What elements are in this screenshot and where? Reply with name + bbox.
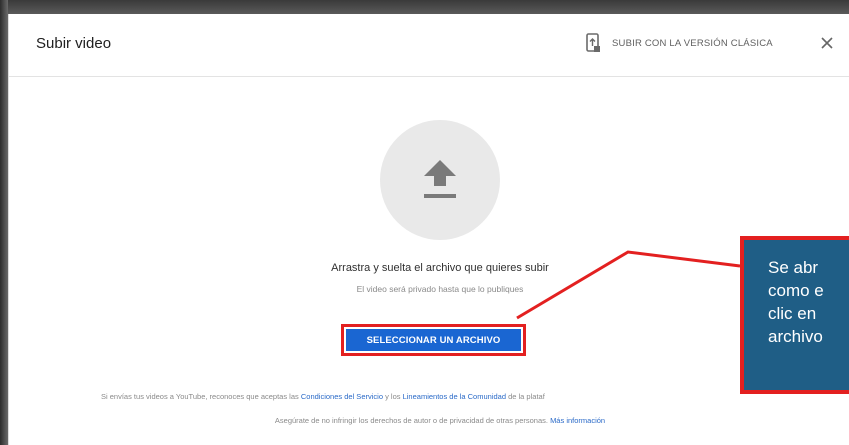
drag-drop-text: Arrastra y suelta el archivo que quieres…: [331, 262, 549, 274]
terms-prefix: Si envías tus videos a YouTube, reconoce…: [101, 392, 301, 401]
close-button[interactable]: [817, 33, 837, 53]
select-file-button[interactable]: SELECCIONAR UN ARCHIVO: [341, 324, 526, 356]
classic-upload-label: SUBIR CON LA VERSIÓN CLÁSICA: [612, 37, 773, 49]
upload-drop-zone[interactable]: [380, 120, 500, 240]
terms-text: Si envías tus videos a YouTube, reconoce…: [9, 392, 844, 401]
dialog-title: Subir video: [36, 35, 112, 52]
privacy-note: El video será privado hasta que lo publi…: [356, 284, 524, 294]
phone-upload-icon: [585, 33, 601, 53]
more-info-link[interactable]: Más información: [550, 416, 605, 425]
terms-mid: y los: [383, 392, 403, 401]
terms-suffix: de la plataf: [506, 392, 545, 401]
window-top-edge: [0, 0, 849, 14]
community-guidelines-link[interactable]: Lineamientos de la Comunidad: [403, 392, 506, 401]
upload-dialog: Subir video SUBIR CON LA VERSIÓN CLÁSICA: [8, 14, 849, 445]
copyright-text: Asegúrate de no infringir los derechos d…: [274, 416, 551, 425]
callout-annotation: Se abr como e clic en archivo: [740, 236, 849, 394]
dialog-header: Subir video SUBIR CON LA VERSIÓN CLÁSICA: [9, 14, 849, 77]
copyright-notice: Asegúrate de no infringir los derechos d…: [9, 416, 849, 425]
select-file-label: SELECCIONAR UN ARCHIVO: [346, 329, 521, 351]
close-icon: [821, 37, 833, 49]
window-left-edge: [0, 0, 8, 445]
screenshot-frame: Subir video SUBIR CON LA VERSIÓN CLÁSICA: [0, 0, 849, 445]
classic-upload-link[interactable]: SUBIR CON LA VERSIÓN CLÁSICA: [585, 30, 773, 56]
terms-of-service-link[interactable]: Condiciones del Servicio: [301, 392, 383, 401]
upload-arrow-icon: [424, 160, 456, 198]
